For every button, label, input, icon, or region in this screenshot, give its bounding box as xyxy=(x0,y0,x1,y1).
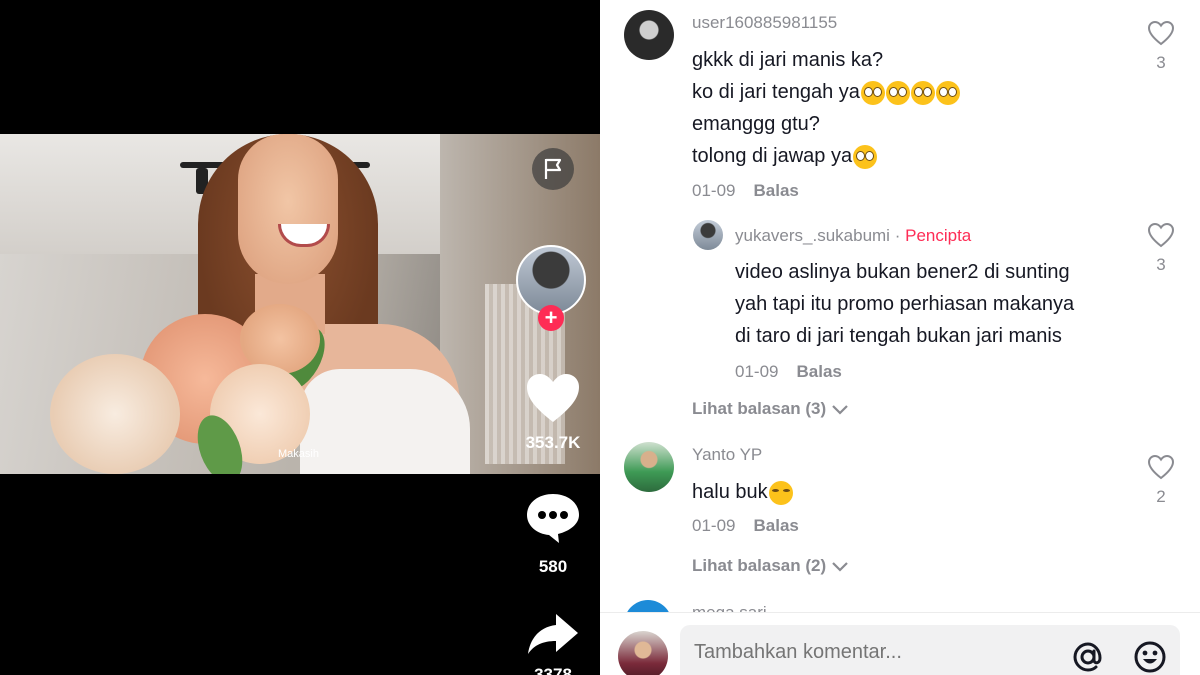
chat-bubble-icon xyxy=(527,494,579,543)
avatar[interactable] xyxy=(693,220,723,250)
comment-input-box[interactable] xyxy=(680,625,1180,675)
comment-date: 01-09 xyxy=(692,181,736,200)
heart-outline-icon xyxy=(1147,20,1175,46)
comment-action[interactable]: 580 xyxy=(518,492,588,577)
comment-meta: 01-09 Balas xyxy=(735,362,842,382)
comment-like-button[interactable]: 2 xyxy=(1141,454,1181,507)
video-panel: Makasih + 353.7K 580 3378 xyxy=(0,0,600,675)
flushed-emoji-icon xyxy=(853,144,878,169)
comment-date: 01-09 xyxy=(692,516,736,535)
comment-username-row: yukavers_.sukabumi · Pencipta xyxy=(735,226,971,246)
pleading-emoji-icon xyxy=(935,80,960,105)
view-replies-button[interactable]: Lihat balasan (3) xyxy=(692,399,849,419)
comment-input-bar xyxy=(600,612,1200,675)
heart-icon xyxy=(527,374,579,422)
report-button[interactable] xyxy=(532,148,574,190)
comment-username[interactable]: Yanto YP xyxy=(692,445,762,465)
like-count: 353.7K xyxy=(525,433,581,452)
reply-button[interactable]: Balas xyxy=(753,516,798,535)
at-sign-icon xyxy=(1073,642,1102,672)
comment-meta: 01-09 Balas xyxy=(692,181,799,201)
video-bouquet xyxy=(50,304,370,474)
chevron-down-icon xyxy=(832,561,848,572)
flushed-emoji-icon xyxy=(885,80,910,105)
emoji-button[interactable] xyxy=(1132,639,1168,675)
mention-button[interactable] xyxy=(1070,639,1106,675)
comment-like-count: 3 xyxy=(1156,255,1166,274)
comment-line: yah tapi itu promo perhiasan makanya xyxy=(735,293,1075,315)
comment-like-count: 3 xyxy=(1156,53,1166,72)
comment-line-text: halu buk xyxy=(692,481,768,503)
avatar[interactable] xyxy=(624,442,674,492)
video-person-face xyxy=(238,134,338,284)
plus-icon[interactable]: + xyxy=(538,305,564,331)
current-user-avatar xyxy=(618,631,668,675)
like-action[interactable]: 353.7K xyxy=(518,372,588,453)
heart-outline-icon xyxy=(1147,222,1175,248)
comment-date: 01-09 xyxy=(735,362,779,381)
flag-icon xyxy=(544,158,562,179)
comment-line: di taro di jari tengah bukan jari manis xyxy=(735,325,1062,347)
comment-like-count: 2 xyxy=(1156,487,1166,506)
comment-line: halu buk xyxy=(692,476,793,508)
comment-line: emanggg gtu? xyxy=(692,113,820,135)
laughing-emoji-icon xyxy=(768,480,793,505)
comment-line: gkkk di jari manis ka? xyxy=(692,49,884,71)
view-replies-button[interactable]: Lihat balasan (2) xyxy=(692,556,849,576)
separator-dot: · xyxy=(894,226,901,245)
comment-text: halu buk xyxy=(692,476,793,508)
view-replies-label: Lihat balasan (3) xyxy=(692,399,827,418)
comment-like-button[interactable]: 3 xyxy=(1141,20,1181,73)
share-action[interactable]: 3378 xyxy=(518,612,588,675)
comment-line: tolong di jawap ya xyxy=(692,140,960,172)
flower xyxy=(50,354,180,474)
comment-line: video aslinya bukan bener2 di sunting xyxy=(735,261,1070,283)
comment-line: ko di jari tengah ya xyxy=(692,76,960,108)
comment-line-text: ko di jari tengah ya xyxy=(692,81,860,103)
comment-username[interactable]: yukavers_.sukabumi xyxy=(735,226,890,245)
comment-like-button[interactable]: 3 xyxy=(1141,222,1181,275)
reply-button[interactable]: Balas xyxy=(796,362,841,381)
comment-text: gkkk di jari manis ka? ko di jari tengah… xyxy=(692,44,960,172)
video-caption: Makasih xyxy=(278,448,319,460)
comment-username[interactable]: user160885981155 xyxy=(692,13,837,33)
avatar[interactable] xyxy=(624,10,674,60)
heart-outline-icon xyxy=(1147,454,1175,480)
comment-meta: 01-09 Balas xyxy=(692,516,799,536)
comment-line-text: tolong di jawap ya xyxy=(692,145,853,167)
comment-text: video aslinya bukan bener2 di sunting ya… xyxy=(735,256,1074,352)
share-count: 3378 xyxy=(534,665,572,675)
reply-button[interactable]: Balas xyxy=(753,181,798,200)
comment-count: 580 xyxy=(538,557,568,576)
view-replies-label: Lihat balasan (2) xyxy=(692,556,827,575)
share-arrow-icon xyxy=(528,614,578,654)
chevron-down-icon xyxy=(832,404,848,415)
creator-badge: Pencipta xyxy=(905,226,972,245)
comments-panel: user160885981155 gkkk di jari manis ka? … xyxy=(600,0,1200,675)
video-frame[interactable] xyxy=(0,134,600,474)
emoji-smile-icon xyxy=(1134,641,1166,673)
flushed-emoji-icon xyxy=(860,80,885,105)
comment-input[interactable] xyxy=(692,631,1056,673)
flushed-emoji-icon xyxy=(910,80,935,105)
